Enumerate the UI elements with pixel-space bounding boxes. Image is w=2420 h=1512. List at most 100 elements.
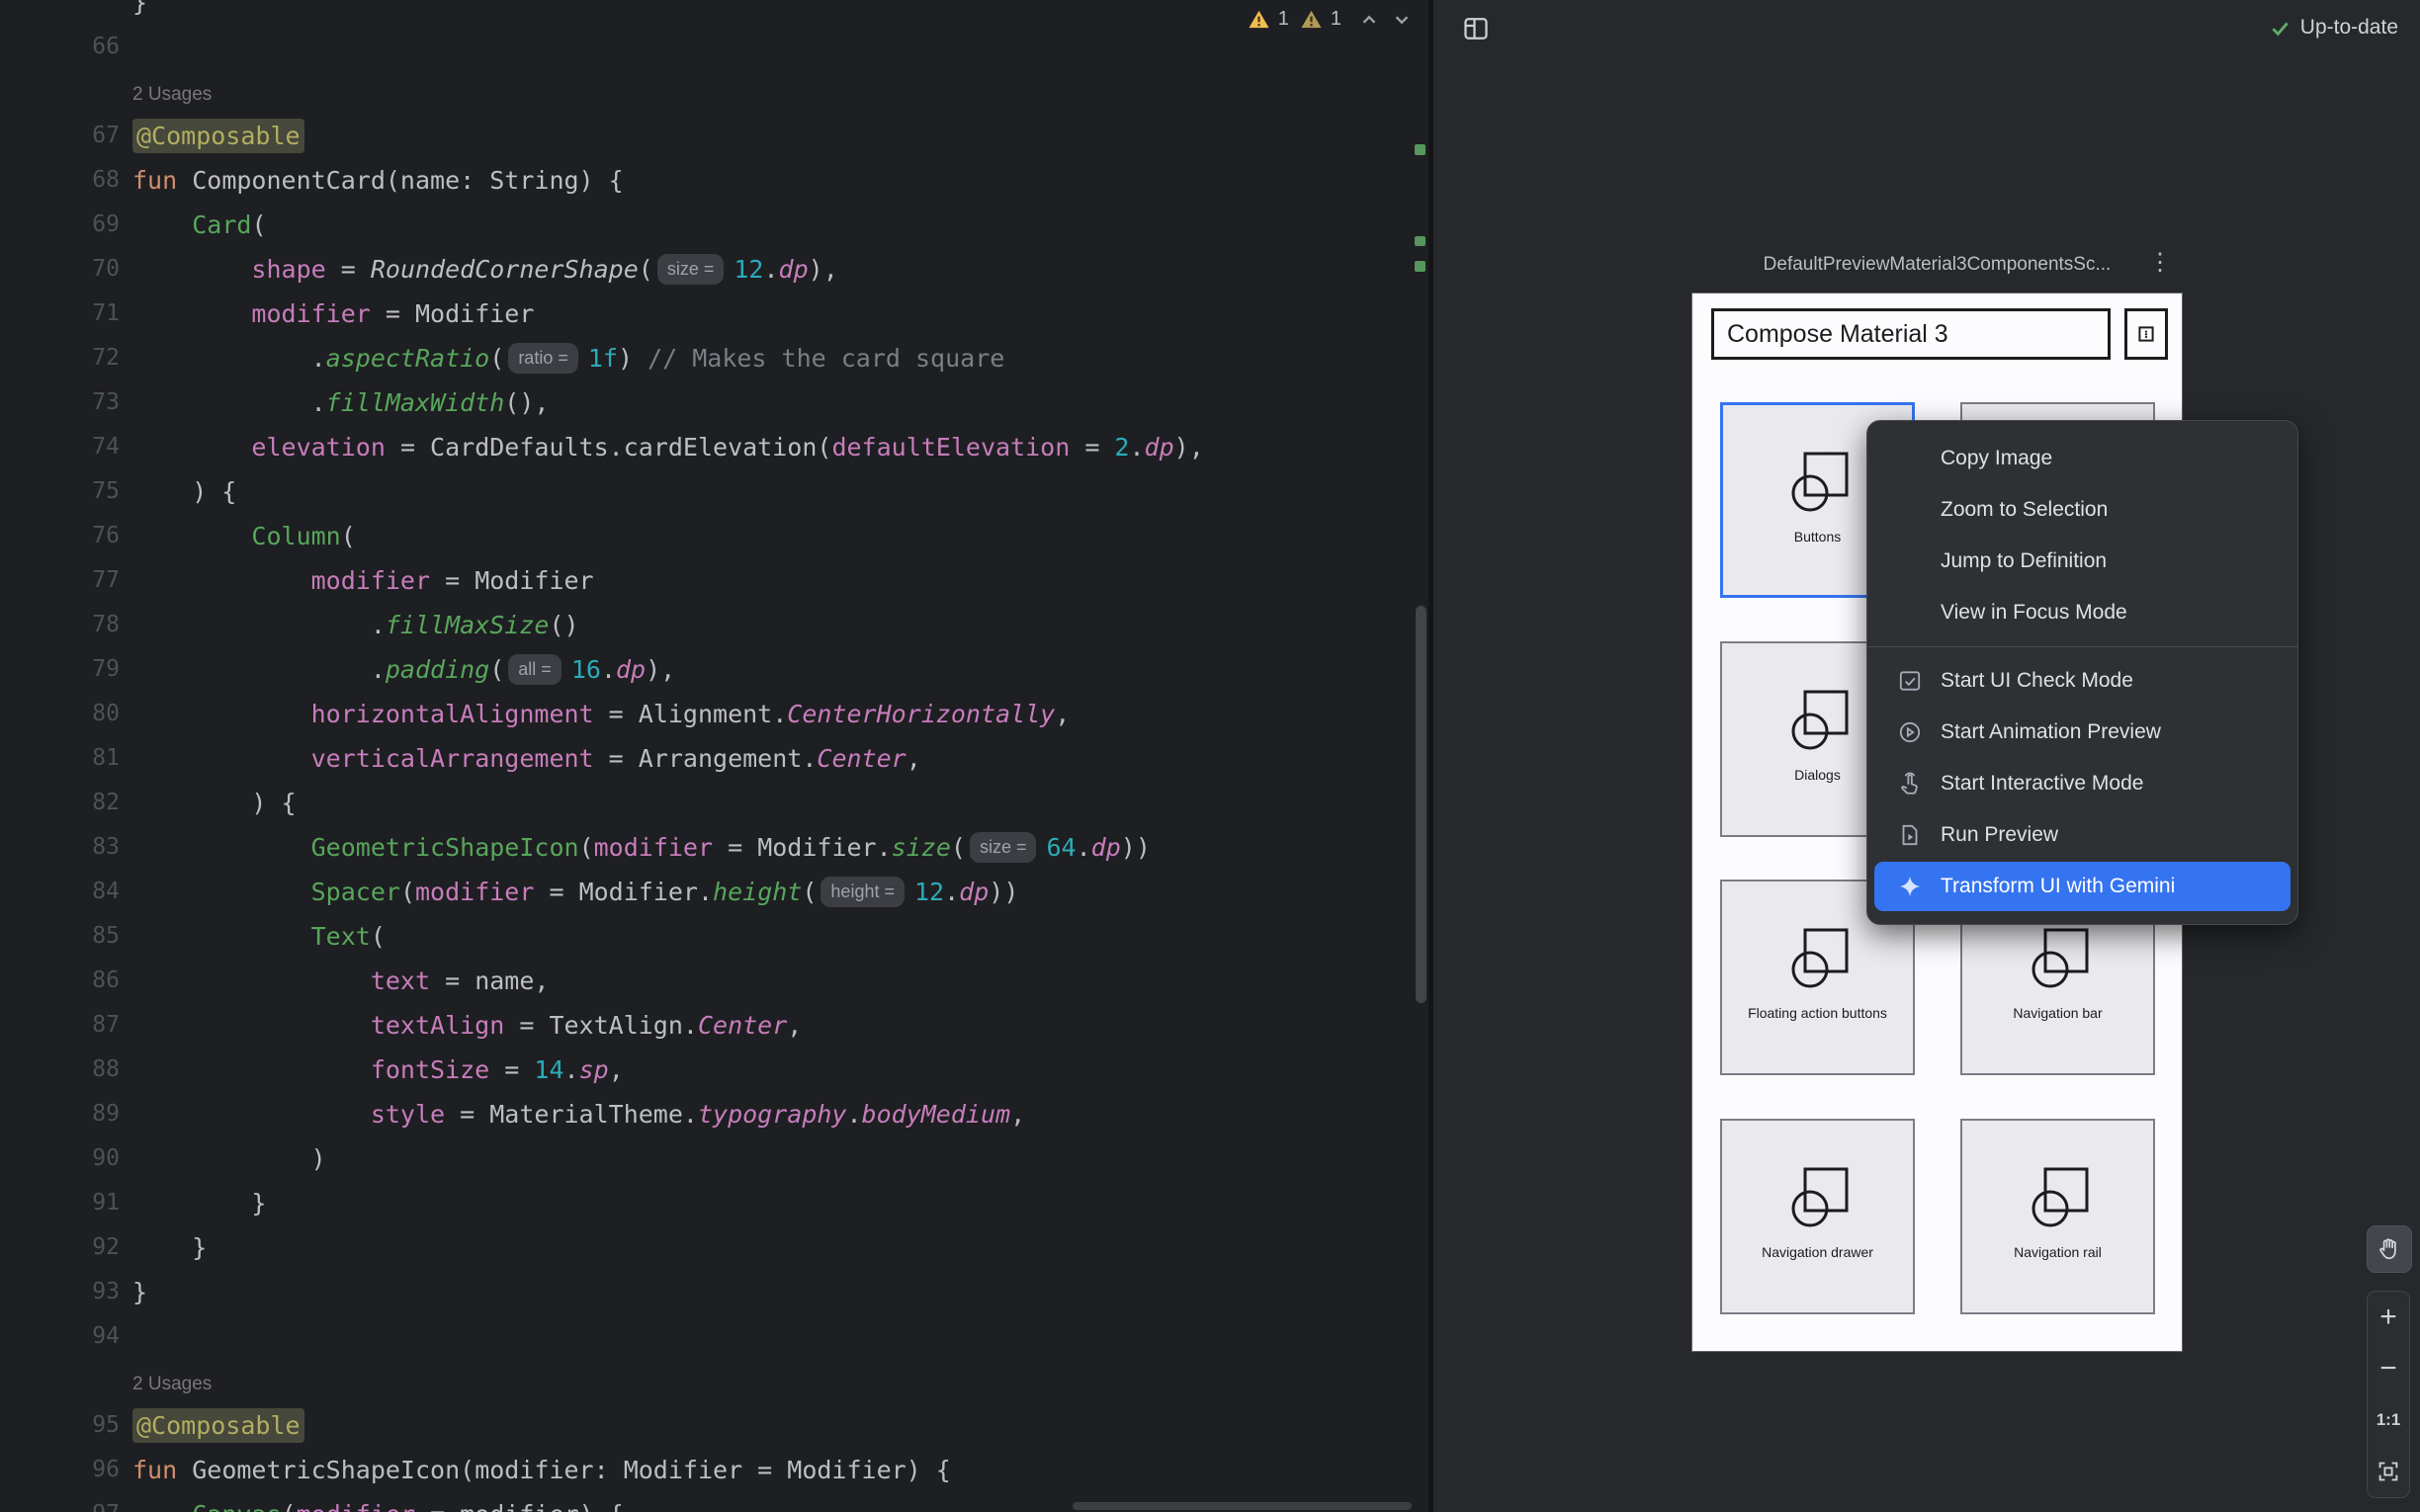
code-token: Text <box>311 922 371 951</box>
line-number[interactable]: 82 <box>0 781 120 825</box>
menu-item-start-interactive-mode[interactable]: Start Interactive Mode <box>1867 758 2297 809</box>
line-number[interactable]: 93 <box>0 1270 120 1314</box>
code-line[interactable]: } <box>132 0 147 25</box>
code-line[interactable]: Text( <box>132 914 386 959</box>
code-line[interactable]: ) { <box>132 781 297 825</box>
line-number[interactable]: 81 <box>0 736 120 781</box>
line-number[interactable]: 87 <box>0 1003 120 1048</box>
code-line[interactable]: elevation = CardDefaults.cardElevation(d… <box>132 425 1204 469</box>
line-number[interactable]: 89 <box>0 1092 120 1136</box>
line-number[interactable]: 84 <box>0 870 120 914</box>
code-line[interactable]: fun GeometricShapeIcon(modifier: Modifie… <box>132 1448 951 1492</box>
menu-item-jump-to-definition[interactable]: Jump to Definition <box>1867 536 2297 587</box>
line-number[interactable]: 72 <box>0 336 120 380</box>
usages-hint[interactable]: 2 Usages <box>132 84 212 105</box>
pan-tool-button[interactable] <box>2367 1225 2412 1273</box>
line-number[interactable]: 92 <box>0 1225 120 1270</box>
code-line[interactable]: textAlign = TextAlign.Center, <box>132 1003 802 1048</box>
component-card-navigation-drawer[interactable]: Navigation drawer <box>1720 1119 1915 1314</box>
code-line[interactable]: modifier = Modifier <box>132 558 594 603</box>
zoom-to-fit-icon[interactable] <box>2368 1446 2409 1497</box>
menu-item-run-preview[interactable]: Run Preview <box>1867 809 2297 861</box>
line-number[interactable]: 80 <box>0 692 120 736</box>
code-token: size <box>892 833 951 862</box>
line-number[interactable]: 83 <box>0 825 120 870</box>
line-number[interactable]: 97 <box>0 1492 120 1512</box>
zoom-out-button[interactable]: − <box>2368 1343 2409 1394</box>
code-line[interactable]: GeometricShapeIcon(modifier = Modifier.s… <box>132 825 1151 870</box>
code-line[interactable]: Column( <box>132 514 356 558</box>
code-line[interactable]: 2 Usages <box>132 69 212 117</box>
line-number[interactable]: 94 <box>0 1314 120 1359</box>
code-line[interactable]: Spacer(modifier = Modifier.height(height… <box>132 870 1018 914</box>
zoom-controls: + − 1:1 <box>2367 1291 2410 1498</box>
code-line[interactable]: .aspectRatio(ratio =1f) // Makes the car… <box>132 336 1004 380</box>
menu-item-start-ui-check-mode[interactable]: Start UI Check Mode <box>1867 655 2297 707</box>
line-number[interactable]: 79 <box>0 647 120 692</box>
usages-hint[interactable]: 2 Usages <box>132 1374 212 1394</box>
previous-issue-icon[interactable] <box>1358 9 1380 31</box>
line-number[interactable]: 88 <box>0 1048 120 1092</box>
menu-item-zoom-to-selection[interactable]: Zoom to Selection <box>1867 484 2297 536</box>
line-number[interactable]: 86 <box>0 959 120 1003</box>
line-number[interactable]: 69 <box>0 203 120 247</box>
code-line[interactable]: @Composable <box>132 1403 304 1448</box>
code-line[interactable]: ) <box>132 1136 326 1181</box>
code-line[interactable]: shape = RoundedCornerShape(size =12.dp), <box>132 247 838 292</box>
warning-count[interactable]: 1 <box>1278 8 1289 31</box>
component-card-navigation-rail[interactable]: Navigation rail <box>1960 1119 2155 1314</box>
code-line[interactable]: text = name, <box>132 959 549 1003</box>
weak-warning-count[interactable]: 1 <box>1331 8 1341 31</box>
code-line[interactable]: } <box>132 1225 207 1270</box>
line-number[interactable]: 66 <box>0 25 120 69</box>
code-line[interactable]: style = MaterialTheme.typography.bodyMed… <box>132 1092 1025 1136</box>
code-line[interactable]: .fillMaxSize() <box>132 603 579 647</box>
line-number[interactable]: 90 <box>0 1136 120 1181</box>
line-number[interactable]: 91 <box>0 1181 120 1225</box>
line-number[interactable]: 96 <box>0 1448 120 1492</box>
line-number[interactable]: 74 <box>0 425 120 469</box>
vertical-scrollbar[interactable] <box>1416 606 1426 1003</box>
line-number[interactable]: 95 <box>0 1403 120 1448</box>
code-line[interactable]: } <box>132 1181 266 1225</box>
zoom-in-button[interactable]: + <box>2368 1292 2409 1343</box>
weak-warning-icon[interactable] <box>1300 9 1323 30</box>
menu-item-copy-image[interactable]: Copy Image <box>1867 433 2297 484</box>
code-line[interactable]: fontSize = 14.sp, <box>132 1048 624 1092</box>
code-line[interactable]: 2 Usages <box>132 1359 212 1406</box>
code-editor[interactable]: } 66 2 Usages 67 @Composable 68 fun ComponentC… <box>0 0 1428 1512</box>
line-number[interactable]: 73 <box>0 380 120 425</box>
code-line[interactable]: } <box>132 1270 147 1314</box>
next-issue-icon[interactable] <box>1391 9 1413 31</box>
code-line[interactable]: Canvas(modifier = modifier) { <box>132 1492 624 1512</box>
line-number[interactable]: 70 <box>0 247 120 292</box>
menu-item-start-animation-preview[interactable]: Start Animation Preview <box>1867 707 2297 758</box>
line-number[interactable]: 75 <box>0 469 120 514</box>
code-line[interactable]: .fillMaxWidth(), <box>132 380 549 425</box>
horizontal-scrollbar[interactable] <box>1073 1502 1412 1510</box>
code-line[interactable]: modifier = Modifier <box>132 292 534 336</box>
code-token: ) <box>132 1144 326 1173</box>
zoom-actual-size-button[interactable]: 1:1 <box>2368 1394 2409 1446</box>
code-token: ( <box>489 344 504 373</box>
preview-options-kebab-icon[interactable]: ⋮ <box>2147 247 2173 279</box>
menu-item-view-in-focus-mode[interactable]: View in Focus Mode <box>1867 587 2297 638</box>
line-number[interactable]: 85 <box>0 914 120 959</box>
line-number[interactable]: 71 <box>0 292 120 336</box>
code-token: )) <box>989 878 1018 906</box>
code-line[interactable]: ) { <box>132 469 236 514</box>
preview-layout-icon[interactable] <box>1461 14 1491 43</box>
code-line[interactable]: Card( <box>132 203 267 247</box>
line-number[interactable]: 67 <box>0 114 120 158</box>
line-number[interactable]: 76 <box>0 514 120 558</box>
line-number[interactable]: 68 <box>0 158 120 203</box>
code-line[interactable]: fun ComponentCard(name: String) { <box>132 158 624 203</box>
warning-icon[interactable] <box>1248 9 1270 30</box>
line-number[interactable]: 77 <box>0 558 120 603</box>
code-line[interactable]: verticalArrangement = Arrangement.Center… <box>132 736 921 781</box>
code-line[interactable]: horizontalAlignment = Alignment.CenterHo… <box>132 692 1070 736</box>
menu-item-transform-ui-with-gemini[interactable]: Transform UI with Gemini <box>1867 861 2297 912</box>
code-line[interactable]: .padding(all =16.dp), <box>132 647 675 692</box>
code-line[interactable]: @Composable <box>132 114 304 158</box>
line-number[interactable]: 78 <box>0 603 120 647</box>
